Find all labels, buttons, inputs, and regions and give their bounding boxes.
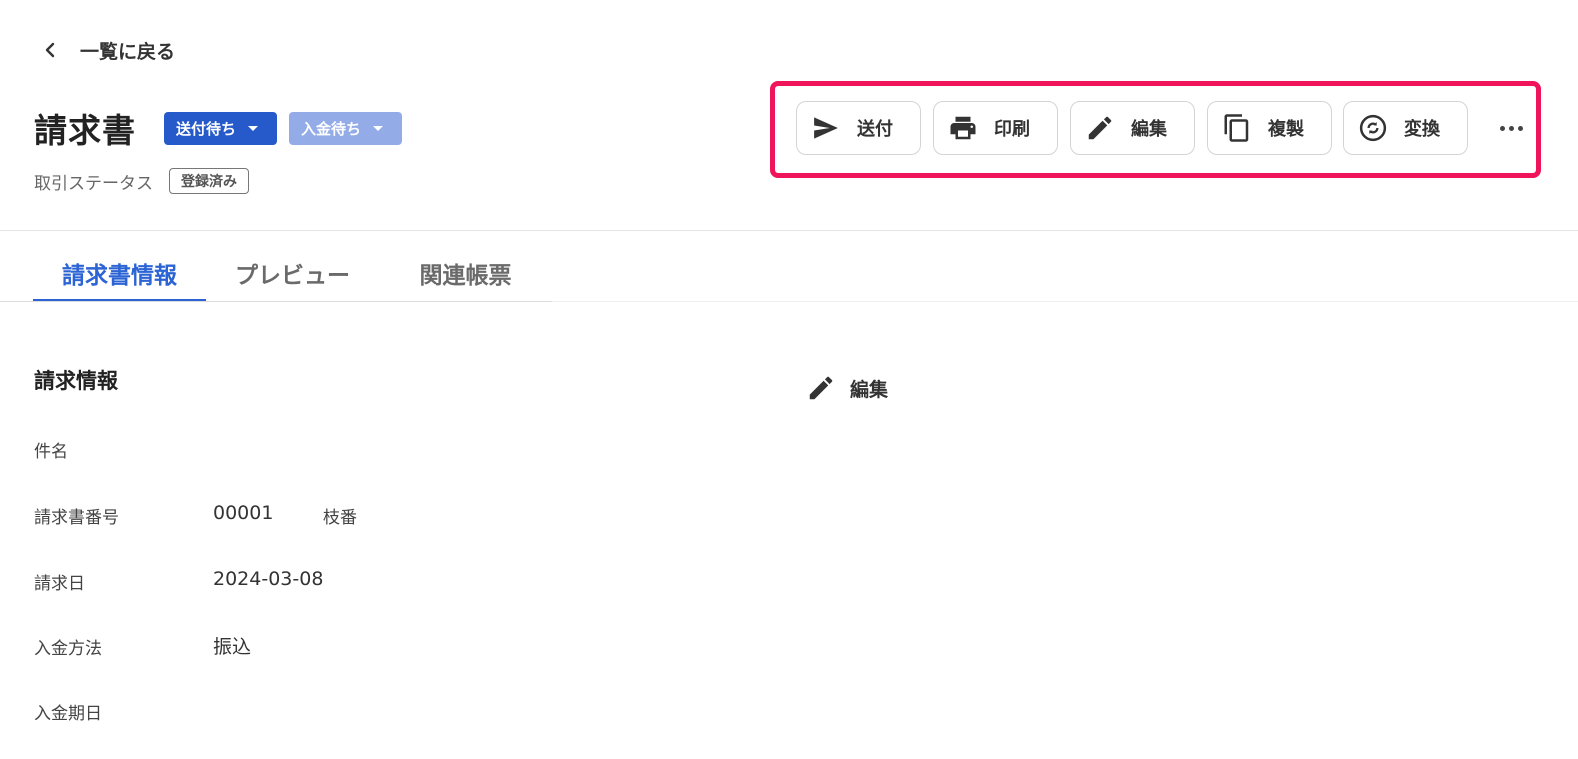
edit-label: 編集 bbox=[1131, 119, 1167, 140]
tab-divider-extension bbox=[552, 301, 1578, 302]
tab-divider bbox=[0, 301, 552, 302]
section-edit-button[interactable]: 編集 bbox=[806, 372, 888, 404]
print-button[interactable]: 印刷 bbox=[933, 101, 1058, 155]
edit-button[interactable]: 編集 bbox=[1070, 101, 1195, 155]
invoice-date-value: 2024-03-08 bbox=[213, 568, 324, 590]
convert-icon bbox=[1359, 114, 1387, 142]
more-menu-button[interactable] bbox=[1493, 113, 1529, 143]
send-button[interactable]: 送付 bbox=[796, 101, 921, 155]
invoice-date-label: 請求日 bbox=[34, 574, 85, 594]
caret-down-icon bbox=[373, 126, 384, 131]
print-icon bbox=[950, 116, 976, 140]
send-status-dropdown[interactable]: 送付待ち bbox=[164, 112, 277, 145]
caret-down-icon bbox=[248, 126, 259, 131]
transaction-status: 取引ステータス 登録済み bbox=[34, 168, 249, 194]
payment-due-label: 入金期日 bbox=[34, 704, 102, 724]
tab-invoice-info[interactable]: 請求書情報 bbox=[33, 244, 206, 302]
header-divider bbox=[0, 230, 1578, 231]
action-toolbar: 送付 印刷 編集 複製 変換 bbox=[770, 81, 1541, 178]
invoice-number-value: 00001 bbox=[213, 502, 274, 524]
subject-label: 件名 bbox=[34, 442, 68, 462]
more-icon bbox=[1499, 125, 1505, 131]
convert-button[interactable]: 変換 bbox=[1343, 101, 1468, 155]
payment-status-label: 入金待ち bbox=[301, 120, 362, 138]
duplicate-button[interactable]: 複製 bbox=[1207, 101, 1332, 155]
print-label: 印刷 bbox=[994, 119, 1030, 140]
tab-related-documents[interactable]: 関連帳票 bbox=[379, 244, 552, 302]
send-label: 送付 bbox=[857, 119, 893, 140]
status-badge: 登録済み bbox=[169, 168, 249, 194]
duplicate-label: 複製 bbox=[1268, 119, 1304, 140]
chevron-left-icon bbox=[45, 42, 55, 58]
send-icon bbox=[814, 117, 838, 139]
copy-icon bbox=[1224, 114, 1249, 142]
back-link[interactable]: 一覧に戻る bbox=[40, 36, 175, 64]
payment-method-value: 振込 bbox=[213, 636, 252, 658]
section-title: 請求情報 bbox=[34, 369, 118, 393]
convert-label: 変換 bbox=[1404, 119, 1440, 140]
payment-method-label: 入金方法 bbox=[34, 639, 102, 659]
back-label: 一覧に戻る bbox=[80, 40, 176, 63]
tab-preview[interactable]: プレビュー bbox=[206, 244, 379, 302]
transaction-status-label: 取引ステータス bbox=[34, 173, 153, 194]
page-title: 請求書 bbox=[34, 111, 136, 150]
branch-number-label: 枝番 bbox=[323, 508, 357, 528]
invoice-number-label: 請求書番号 bbox=[34, 508, 119, 528]
payment-status-dropdown[interactable]: 入金待ち bbox=[289, 112, 402, 145]
send-status-label: 送付待ち bbox=[176, 120, 237, 138]
section-edit-label: 編集 bbox=[850, 378, 889, 401]
edit-icon bbox=[809, 376, 833, 400]
edit-icon bbox=[1088, 116, 1112, 140]
